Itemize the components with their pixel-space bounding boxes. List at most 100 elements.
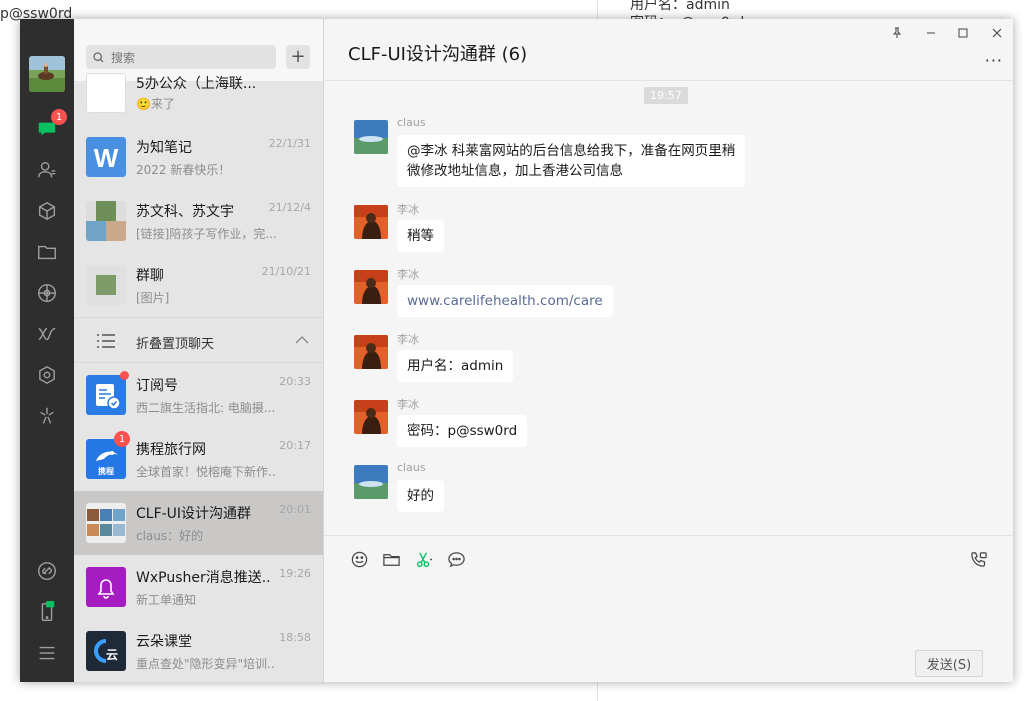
- svg-text:携程: 携程: [98, 466, 114, 476]
- chat-item-subscriptions[interactable]: 订阅号 西二旗生活指北: 电脑摄... 20:33: [74, 363, 323, 427]
- chat-title: CLF-UI设计沟通群: [136, 506, 252, 522]
- chat-title: 苏文科、苏文宇: [136, 204, 234, 220]
- group-avatar: [86, 503, 126, 543]
- favorites-icon[interactable]: [35, 199, 59, 223]
- message-bubble[interactable]: @李冰 科莱富网站的后台信息给我下，准备在网页里稍 微修改地址信息，加上香港公司…: [397, 135, 746, 187]
- chat-avatar: [86, 73, 126, 113]
- message-sender: 李冰: [397, 268, 419, 281]
- message-link[interactable]: www.carelifehealth.com/care: [397, 285, 613, 317]
- chat-item-su[interactable]: 苏文科、苏文宇 [链接]陪孩子写作业，完... 21/12/4: [74, 189, 323, 253]
- message-text-line: @李冰 科莱富网站的后台信息给我下，准备在网页里稍: [407, 143, 736, 159]
- bell-icon: [86, 567, 126, 607]
- sidebar-rail: 1: [20, 19, 74, 682]
- avatar[interactable]: [354, 205, 388, 239]
- chat-subtitle: 新工单通知: [136, 593, 197, 607]
- channels-icon[interactable]: [35, 322, 59, 346]
- message-bubble[interactable]: 好的: [397, 480, 444, 512]
- chat-time: 20:17: [279, 439, 311, 452]
- voice-call-icon[interactable]: [967, 548, 989, 570]
- moments-icon[interactable]: [35, 281, 59, 305]
- contacts-icon[interactable]: [35, 158, 59, 182]
- search-icon: [93, 51, 104, 62]
- chat-item-wxpusher[interactable]: WxPusher消息推送... 新工单通知 19:26: [74, 555, 323, 619]
- chat-unread-badge: 1: [51, 109, 67, 125]
- avatar[interactable]: [354, 400, 388, 434]
- maximize-icon[interactable]: [955, 25, 971, 41]
- message-text-line: 微修改地址信息，加上香港公司信息: [407, 163, 623, 179]
- chat-time: 22/1/31: [268, 137, 311, 150]
- chat-history-icon[interactable]: [445, 548, 467, 570]
- chat-time: 20:01: [279, 503, 311, 516]
- chat-item-yunduo[interactable]: 云 云朵课堂 重点查处"隐形变异"培训... 18:58: [74, 619, 323, 682]
- emoji-icon[interactable]: [348, 548, 370, 570]
- minimize-icon[interactable]: [923, 25, 939, 41]
- message-input-area[interactable]: 发送(S): [324, 535, 1013, 682]
- chat-time: 19:26: [279, 567, 311, 580]
- chat-list: 搜索 + 5办公众（上海联... 🙂来了 W 为知笔记 2022 新春快乐！ 2…: [74, 19, 324, 682]
- message-bubble[interactable]: 稍等: [397, 220, 444, 252]
- message-bubble[interactable]: 密码：p@ssw0rd: [397, 415, 528, 447]
- mini-programs-icon[interactable]: [35, 363, 59, 387]
- svg-text:W: W: [94, 143, 119, 173]
- chat-title: 5办公众（上海联...: [136, 76, 257, 92]
- menu-icon[interactable]: [35, 641, 59, 665]
- message-bubble[interactable]: 用户名：admin: [397, 350, 514, 382]
- message-sender: 李冰: [397, 333, 419, 346]
- svg-text:云: 云: [106, 648, 118, 662]
- chat-subtitle: 2022 新春快乐！: [136, 163, 231, 177]
- time-divider: 19:57: [644, 87, 688, 104]
- chat-item-ctrip[interactable]: 携程 1 携程旅行网 全球首家！悦榕庵下新作... 20:17: [74, 427, 323, 491]
- fold-pinned-chats[interactable]: 折叠置顶聊天: [74, 317, 323, 363]
- chat-time: 21/12/4: [268, 201, 311, 214]
- chat-title: 携程旅行网: [136, 442, 206, 458]
- chat-time: 20:33: [279, 375, 311, 388]
- screenshot-icon[interactable]: [413, 548, 435, 570]
- close-icon[interactable]: [989, 25, 1005, 41]
- user-avatar[interactable]: [29, 56, 65, 92]
- list-icon: [97, 334, 115, 348]
- chat-pane: CLF-UI设计沟通群 (6) ··· 19:57 claus @李冰 科莱富网…: [324, 19, 1013, 682]
- folder-icon[interactable]: [380, 548, 402, 570]
- chat-subtitle: claus：好的: [136, 529, 204, 543]
- chat-icon[interactable]: 1: [35, 109, 67, 141]
- link-icon[interactable]: [35, 559, 59, 583]
- search-bar: 搜索 +: [74, 19, 323, 81]
- subscription-icon: [86, 375, 126, 415]
- avatar[interactable]: [354, 335, 388, 369]
- chat-title: 云朵课堂: [136, 634, 192, 650]
- message-sender: 李冰: [397, 203, 419, 216]
- chat-time: 18:58: [279, 631, 311, 644]
- files-icon[interactable]: [35, 240, 59, 264]
- wiz-note-icon: W: [86, 137, 126, 177]
- phone-icon[interactable]: [35, 600, 59, 624]
- chat-subtitle: [链接]陪孩子写作业，完...: [136, 227, 276, 241]
- avatar[interactable]: [354, 270, 388, 304]
- group-avatar: [86, 265, 126, 305]
- message-sender: 李冰: [397, 398, 419, 411]
- chat-subtitle: [图片]: [136, 291, 170, 305]
- chat-subtitle: 西二旗生活指北: 电脑摄...: [136, 401, 276, 415]
- chat-item-clf[interactable]: CLF-UI设计沟通群 claus：好的 20:01: [74, 491, 323, 555]
- chat-time: 21/10/21: [261, 265, 311, 278]
- avatar[interactable]: [354, 120, 388, 154]
- unread-dot: [120, 371, 129, 380]
- add-button[interactable]: +: [286, 45, 310, 69]
- more-options-icon[interactable]: ···: [985, 51, 1003, 70]
- chat-item-group[interactable]: 群聊 [图片] 21/10/21: [74, 253, 323, 317]
- chat-item-wiz[interactable]: W 为知笔记 2022 新春快乐！ 22/1/31: [74, 125, 323, 189]
- chat-item-0[interactable]: 5办公众（上海联... 🙂来了: [74, 73, 323, 125]
- yunduo-logo: 云: [86, 631, 126, 671]
- search-feature-icon[interactable]: [35, 404, 59, 428]
- message-sender: claus: [397, 461, 426, 474]
- avatar[interactable]: [354, 465, 388, 499]
- search-placeholder: 搜索: [111, 50, 136, 65]
- search-input[interactable]: 搜索: [86, 45, 276, 69]
- chat-title: 订阅号: [136, 378, 178, 394]
- pin-icon[interactable]: [889, 25, 905, 41]
- wechat-window: 1 搜索 + 5办公众（上海联... 🙂来了 W 为知笔记 2022 新春快乐！…: [20, 19, 1013, 682]
- fold-label: 折叠置顶聊天: [136, 337, 215, 352]
- unread-badge: 1: [114, 431, 130, 447]
- chat-subtitle: 🙂来了: [136, 97, 175, 111]
- chevron-up-icon: [295, 336, 309, 344]
- send-button[interactable]: 发送(S): [915, 650, 983, 677]
